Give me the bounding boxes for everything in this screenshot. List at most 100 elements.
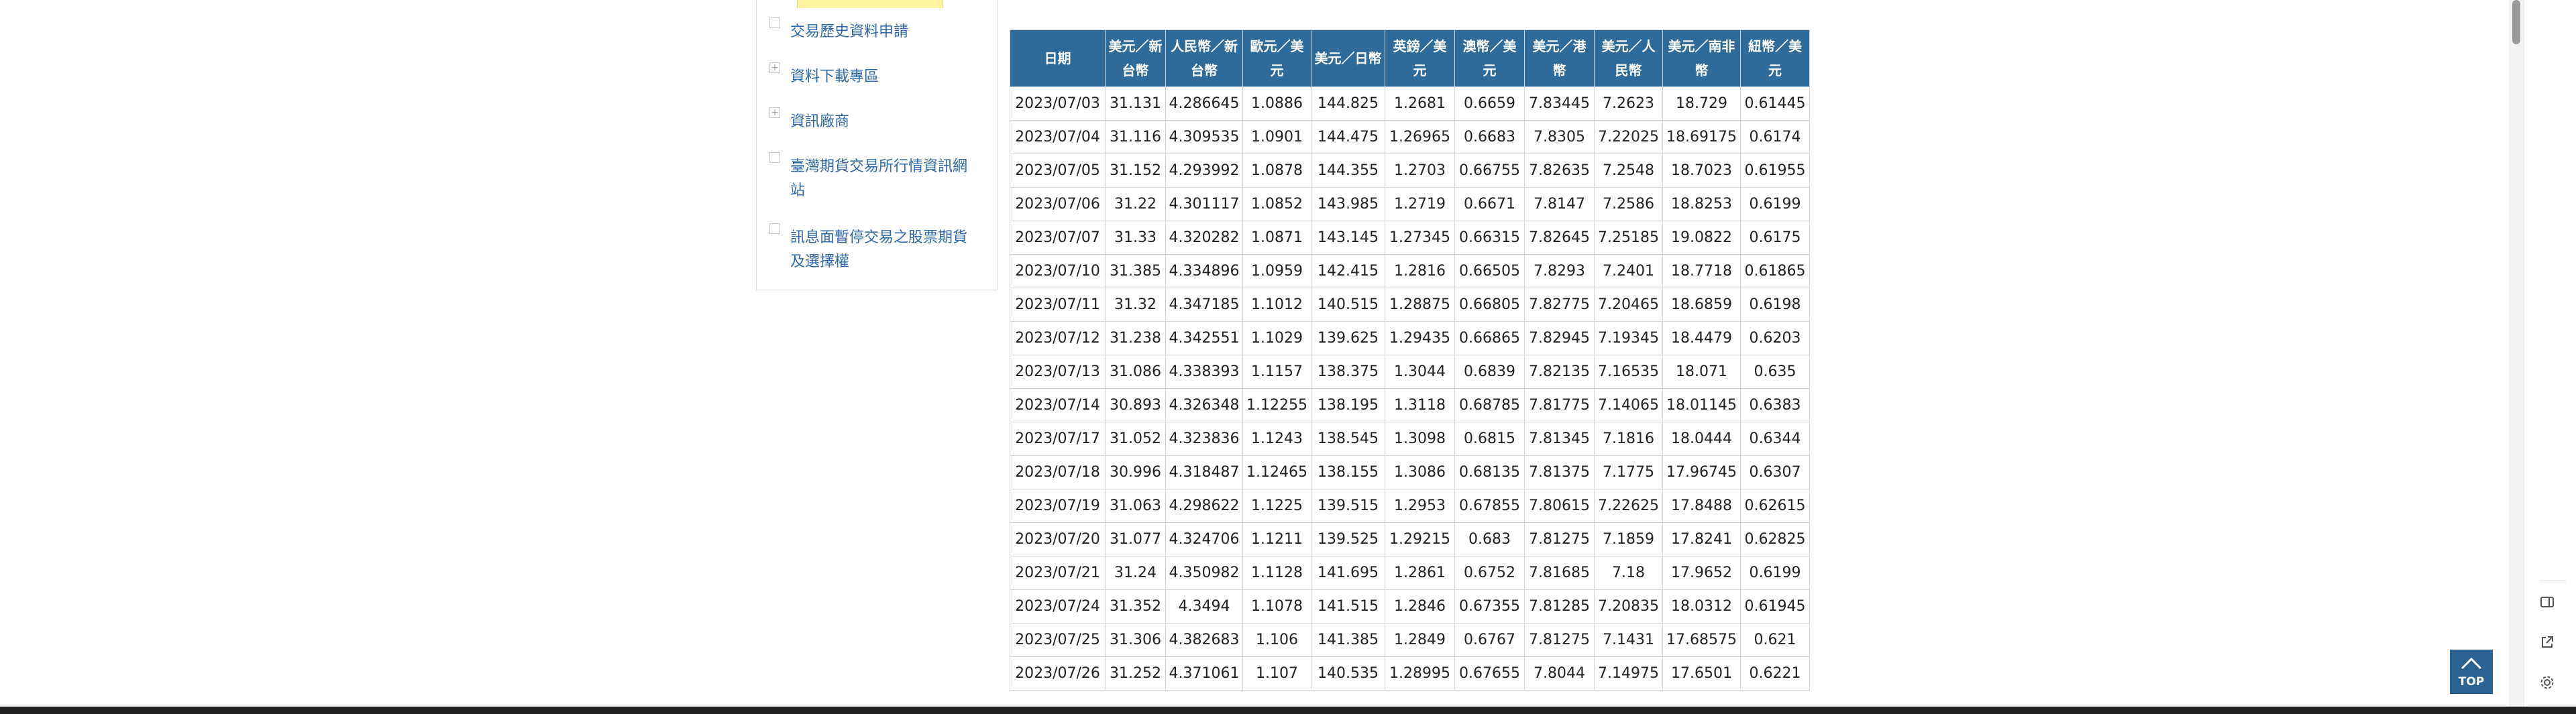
rate-cell: 143.145 <box>1311 221 1385 255</box>
rate-cell: 7.82635 <box>1524 154 1595 188</box>
rate-cell: 7.1816 <box>1594 422 1663 456</box>
sidebar-item-label: 資料下載專區 <box>790 68 879 85</box>
rate-cell: 143.985 <box>1311 187 1385 221</box>
rate-cell: 17.96745 <box>1662 455 1741 489</box>
table-header-row: 日期 美元／新台幣 人民幣／新台幣 歐元／美元 美元／日幣 英鎊／美元 澳幣／美元 美元／港幣… <box>1010 29 1810 87</box>
rate-cell: 17.8488 <box>1662 489 1741 523</box>
rate-cell: 7.81275 <box>1524 623 1595 657</box>
rate-cell: 7.18 <box>1594 556 1663 590</box>
rate-cell: 31.32 <box>1105 288 1166 322</box>
rate-cell: 4.320282 <box>1165 221 1243 255</box>
rate-cell: 0.621 <box>1740 623 1810 657</box>
rate-cell: 31.22 <box>1105 187 1166 221</box>
rate-cell: 142.415 <box>1311 254 1385 288</box>
rate-cell: 31.052 <box>1105 422 1166 456</box>
rate-cell: 7.19345 <box>1594 321 1663 355</box>
rate-cell: 0.61945 <box>1740 589 1810 623</box>
column-header: 人民幣／新台幣 <box>1165 29 1243 87</box>
rate-cell: 1.0886 <box>1242 86 1311 121</box>
sidebar-item[interactable]: + 資訊廠商 <box>757 98 997 143</box>
rate-cell: 18.8253 <box>1662 187 1741 221</box>
rate-cell: 1.1243 <box>1242 422 1311 456</box>
rate-cell: 1.1157 <box>1242 355 1311 389</box>
rate-cell: 141.695 <box>1311 556 1385 590</box>
settings-gear-icon[interactable] <box>2532 668 2562 697</box>
open-external-icon[interactable] <box>2532 628 2562 657</box>
rate-cell: 7.82135 <box>1524 355 1595 389</box>
scrollbar-thumb[interactable] <box>2512 0 2520 44</box>
column-header: 歐元／美元 <box>1242 29 1311 87</box>
rate-cell: 30.893 <box>1105 388 1166 422</box>
rate-cell: 7.82645 <box>1524 221 1595 255</box>
rate-cell: 18.6859 <box>1662 288 1741 322</box>
rate-cell: 31.306 <box>1105 623 1166 657</box>
rate-cell: 139.515 <box>1311 489 1385 523</box>
page-scrollbar[interactable] <box>2509 0 2524 707</box>
rate-cell: 7.8147 <box>1524 187 1595 221</box>
date-cell: 2023/07/25 <box>1010 623 1106 657</box>
rate-cell: 0.6659 <box>1454 86 1525 121</box>
rate-cell: 1.3086 <box>1385 455 1455 489</box>
rate-cell: 7.14065 <box>1594 388 1663 422</box>
rate-cell: 138.375 <box>1311 355 1385 389</box>
rate-cell: 31.116 <box>1105 120 1166 154</box>
rate-cell: 0.635 <box>1740 355 1810 389</box>
rate-cell: 0.66755 <box>1454 154 1525 188</box>
rate-cell: 4.338393 <box>1165 355 1243 389</box>
rate-cell: 1.1012 <box>1242 288 1311 322</box>
sidebar-item[interactable]: 訊息面暫停交易之股票期貨及選擇權 <box>757 214 997 290</box>
back-to-top-button[interactable]: TOP <box>2450 650 2493 694</box>
column-header: 美元／港幣 <box>1524 29 1595 87</box>
rate-cell: 4.347185 <box>1165 288 1243 322</box>
table-row: 2023/07/26 31.252 4.371061 1.107 140.535 1.28… <box>1010 656 1810 691</box>
rate-cell: 1.2681 <box>1385 86 1455 121</box>
sidebar-item[interactable]: 交易歷史資料申請 <box>757 8 997 54</box>
rate-cell: 1.28995 <box>1385 656 1455 691</box>
rate-cell: 1.0852 <box>1242 187 1311 221</box>
date-cell: 2023/07/11 <box>1010 288 1106 322</box>
rate-cell: 1.28875 <box>1385 288 1455 322</box>
square-bullet-icon <box>769 223 780 234</box>
sidebar-item[interactable]: 臺灣期貨交易所行情資訊網站 <box>757 143 997 215</box>
rate-cell: 7.8044 <box>1524 656 1595 691</box>
rate-cell: 31.152 <box>1105 154 1166 188</box>
sidebar-item[interactable]: + 資料下載專區 <box>757 53 997 99</box>
table-row: 2023/07/07 31.33 4.320282 1.0871 143.145 1.27… <box>1010 221 1810 255</box>
rate-cell: 17.68575 <box>1662 623 1741 657</box>
rate-cell: 7.1859 <box>1594 522 1663 556</box>
square-bullet-icon <box>769 17 780 28</box>
rate-cell: 7.1431 <box>1594 623 1663 657</box>
rate-cell: 1.0959 <box>1242 254 1311 288</box>
rate-cell: 1.2719 <box>1385 187 1455 221</box>
sidebar-item-label: 資訊廠商 <box>790 113 850 130</box>
rate-cell: 4.318487 <box>1165 455 1243 489</box>
date-cell: 2023/07/14 <box>1010 388 1106 422</box>
sidebar-panel-icon[interactable] <box>2532 587 2562 617</box>
rate-cell: 144.825 <box>1311 86 1385 121</box>
rate-cell: 1.106 <box>1242 623 1311 657</box>
rate-cell: 1.29215 <box>1385 522 1455 556</box>
date-cell: 2023/07/21 <box>1010 556 1106 590</box>
rate-cell: 7.2401 <box>1594 254 1663 288</box>
rate-cell: 4.371061 <box>1165 656 1243 691</box>
table-row: 2023/07/24 31.352 4.3494 1.1078 141.515 1.284… <box>1010 589 1810 623</box>
column-header: 美元／日幣 <box>1311 29 1385 87</box>
rate-cell: 31.385 <box>1105 254 1166 288</box>
date-cell: 2023/07/12 <box>1010 321 1106 355</box>
rate-cell: 18.729 <box>1662 86 1741 121</box>
rate-cell: 0.6839 <box>1454 355 1525 389</box>
rate-cell: 4.301117 <box>1165 187 1243 221</box>
exchange-rate-table-container: 日期 美元／新台幣 人民幣／新台幣 歐元／美元 美元／日幣 英鎊／美元 澳幣／美元 美元／港幣… <box>1010 29 1811 707</box>
rate-cell: 1.2816 <box>1385 254 1455 288</box>
date-cell: 2023/07/19 <box>1010 489 1106 523</box>
table-row: 2023/07/03 31.131 4.286645 1.0886 144.825 1.2… <box>1010 86 1810 121</box>
rate-cell: 0.66505 <box>1454 254 1525 288</box>
rate-cell: 0.6198 <box>1740 288 1810 322</box>
back-to-top-label: TOP <box>2458 675 2485 689</box>
rate-cell: 0.6221 <box>1740 656 1810 691</box>
rate-cell: 31.131 <box>1105 86 1166 121</box>
rate-cell: 140.535 <box>1311 656 1385 691</box>
rate-cell: 4.298622 <box>1165 489 1243 523</box>
rate-cell: 7.2586 <box>1594 187 1663 221</box>
rate-cell: 31.33 <box>1105 221 1166 255</box>
